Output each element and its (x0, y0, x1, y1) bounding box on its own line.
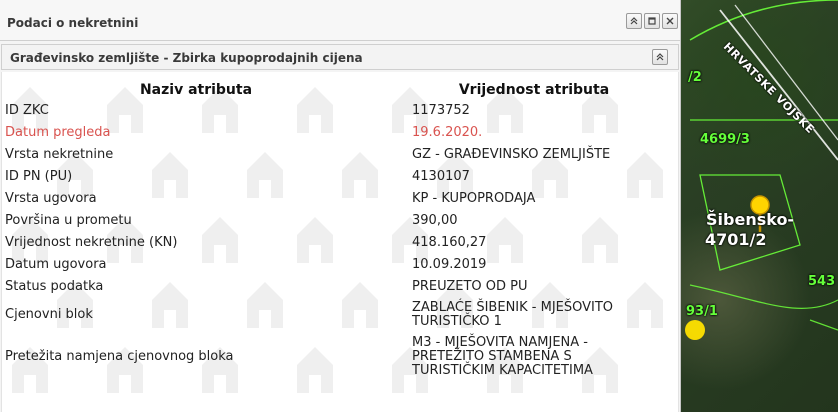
table-row: Vrijednost nekretnine (KN) 418.160,27 (2, 232, 678, 254)
attribute-value: 1173752 (412, 103, 470, 118)
attribute-value: ZABLAĆE ŠIBENIK - MJEŠOVITO TURISTIČKO 1 (412, 300, 614, 329)
table-row: Vrsta ugovora KP - KUPOPRODAJA (2, 188, 678, 210)
maximize-icon[interactable] (644, 13, 660, 29)
attribute-value: PREUZETO OD PU (412, 279, 528, 294)
attribute-value: KP - KUPOPRODAJA (412, 191, 536, 206)
attribute-label: Pretežita namjena cjenovnog bloka (5, 349, 234, 364)
parcel-label: /2 (688, 70, 702, 85)
parcel-label: 543 (808, 274, 836, 289)
table-row: ID ZKC 1173752 (2, 100, 678, 122)
panel-tools (626, 13, 678, 29)
table-row: ID PN (PU) 4130107 (2, 166, 678, 188)
attribute-label: ID ZKC (5, 103, 49, 118)
attribute-value: 19.6.2020. (412, 125, 483, 140)
attribute-label: Status podatka (5, 279, 104, 294)
column-header-attribute: Naziv atributa (139, 82, 253, 98)
attribute-value: M3 - MJEŠOVITA NAMJENA - PRETEŽITO STAMB… (412, 335, 593, 378)
table-row: Status podatka PREUZETO OD PU (2, 276, 678, 298)
double-chevron-up-icon (630, 17, 638, 25)
panel-header: Podaci o nekretnini (0, 0, 680, 41)
section-tools (652, 49, 668, 65)
window-icon (648, 17, 656, 25)
collapse-icon[interactable] (626, 13, 642, 29)
attribute-label: ID PN (PU) (5, 169, 73, 184)
table-row: Cjenovni blok ZABLAĆE ŠIBENIK - MJEŠOVIT… (2, 298, 678, 332)
attribute-label: Vrsta nekretnine (5, 147, 114, 162)
table-header-row: Naziv atributa Vrijednost atributa (2, 72, 678, 100)
place-label: Šibensko- (706, 210, 795, 229)
parcel-label: 4701/2 (705, 230, 767, 249)
attribute-value: 10.09.2019 (412, 257, 487, 272)
section-header: Građevinsko zemljište - Zbirka kupoproda… (1, 44, 679, 70)
panel-title: Podaci o nekretnini (7, 16, 139, 30)
table-row: Površina u prometu 390,00 (2, 210, 678, 232)
attributes-table-container[interactable]: Naziv atributa Vrijednost atributa ID ZK… (1, 72, 679, 412)
attribute-value: 390,00 (412, 213, 458, 228)
attribute-value: 4130107 (412, 169, 470, 184)
x-icon (666, 17, 674, 25)
attribute-label: Datum ugovora (5, 257, 107, 272)
close-icon[interactable] (662, 13, 678, 29)
attribute-label: Datum pregleda (5, 125, 111, 140)
table-row: Pretežita namjena cjenovnog bloka M3 - M… (2, 332, 678, 382)
attribute-label: Vrijednost nekretnine (KN) (5, 235, 178, 250)
parcel-label: 4699/3 (700, 132, 750, 147)
parcel-label: 93/1 (686, 304, 718, 319)
column-header-value: Vrijednost atributa (458, 82, 610, 98)
table-row: Vrsta nekretnine GZ - GRAĐEVINSKO ZEMLJI… (2, 144, 678, 166)
table-row: Datum pregleda 19.6.2020. (2, 122, 678, 144)
attribute-label: Cjenovni blok (5, 307, 93, 322)
section-title: Građevinsko zemljište - Zbirka kupoproda… (10, 51, 363, 65)
table-row: Datum ugovora 10.09.2019 (2, 254, 678, 276)
double-chevron-up-icon (656, 53, 664, 61)
section-collapse-button[interactable] (652, 49, 668, 65)
attribute-value: 418.160,27 (412, 235, 487, 250)
property-info-panel: Podaci o nekretnini Građevinsko zemljišt… (0, 0, 681, 412)
attributes-table: Naziv atributa Vrijednost atributa ID ZK… (2, 72, 678, 382)
attribute-label: Vrsta ugovora (5, 191, 97, 206)
attribute-value: GZ - GRAĐEVINSKO ZEMLJIŠTE (412, 147, 611, 162)
attribute-label: Površina u prometu (5, 213, 132, 228)
